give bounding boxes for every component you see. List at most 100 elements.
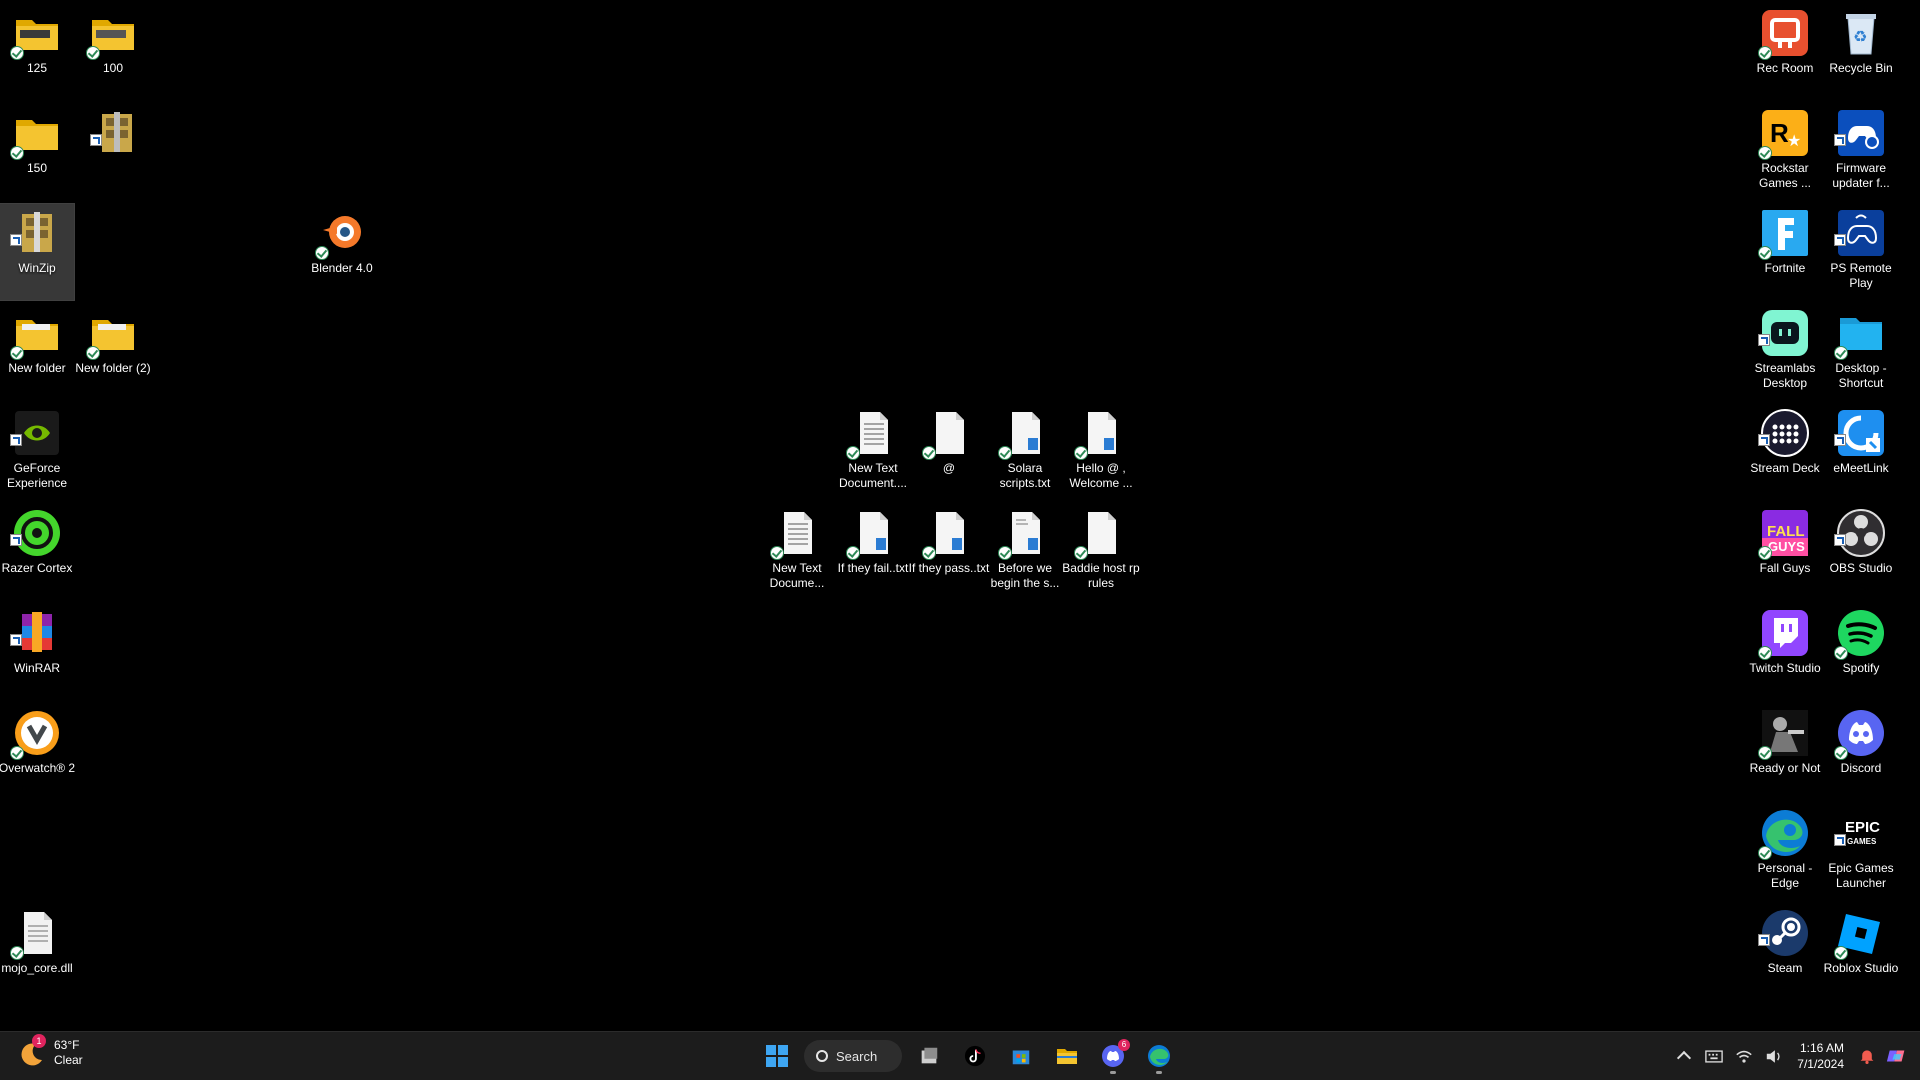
wifi-button[interactable] <box>1729 1041 1759 1071</box>
playstation-firmware-icon <box>1834 108 1886 158</box>
desktop-icon-rockstar-games[interactable]: R ★ Rockstar Games ... <box>1748 104 1822 200</box>
notifications-button[interactable] <box>1852 1041 1882 1071</box>
shortcut-arrow-icon <box>1834 234 1846 246</box>
taskbar-tiktok[interactable] <box>956 1037 994 1075</box>
keyboard-button[interactable] <box>1699 1041 1729 1071</box>
desktop-icon-folder-150[interactable]: 150 <box>0 104 74 200</box>
start-button[interactable] <box>758 1037 796 1075</box>
desktop-icon-twitch-studio[interactable]: Twitch Studio <box>1748 604 1822 700</box>
icon-label: Personal - Edge <box>1757 861 1813 890</box>
desktop-icon-new-text-document-2[interactable]: New Text Docume... <box>760 504 834 600</box>
taskbar-apps: Search 6 <box>758 1032 1178 1080</box>
text-file-icon <box>846 508 898 560</box>
show-hidden-icons-button[interactable] <box>1669 1041 1699 1071</box>
desktop-icon-blender[interactable]: Blender 4.0 <box>305 204 379 300</box>
desktop-icon-epic-games-launcher[interactable]: EPIC GAMES Epic Games Launcher <box>1824 804 1898 900</box>
discord-notification-badge: 6 <box>1118 1039 1130 1051</box>
desktop-icon-winzip[interactable]: WinZip <box>0 203 75 301</box>
taskbar-discord[interactable]: 6 <box>1094 1037 1132 1075</box>
overwatch-icon <box>10 708 62 760</box>
clock[interactable]: 1:16 AM 7/1/2024 <box>1797 1040 1844 1072</box>
desktop-icon-baddie-host-rp-rules[interactable]: Baddie host rp rules <box>1062 504 1140 600</box>
desktop-icon-hello-welcome[interactable]: Hello @ , Welcome ... <box>1064 404 1138 500</box>
desktop-icon-new-text-document-1[interactable]: New Text Document.... <box>836 404 910 500</box>
desktop-icon-winrar[interactable]: WinRAR <box>0 604 74 700</box>
desktop-icon-spotify[interactable]: Spotify <box>1824 604 1898 700</box>
moon-weather-icon: 1 <box>16 1034 46 1068</box>
desktop-icon-razer-cortex[interactable]: Razer Cortex <box>0 504 74 600</box>
icon-label: WinZip <box>18 261 56 275</box>
folder-icon <box>86 8 138 60</box>
sync-status-icon <box>1834 946 1848 960</box>
icon-label: GeForce Experience <box>6 461 68 490</box>
icon-label: If they pass..txt <box>908 561 990 575</box>
task-view-icon <box>921 1047 938 1064</box>
desktop-icon-streamlabs-desktop[interactable]: Streamlabs Desktop <box>1748 304 1822 400</box>
search-icon <box>816 1050 828 1062</box>
icon-label: Roblox Studio <box>1823 961 1899 975</box>
desktop-icon-obs-studio[interactable]: OBS Studio <box>1824 504 1898 600</box>
weather-widget[interactable]: 1 63°F Clear <box>16 1034 83 1068</box>
desktop-icon-folder-100[interactable]: 100 <box>76 4 150 100</box>
desktop-icon-personal-edge[interactable]: Personal - Edge <box>1748 804 1822 900</box>
desktop-icon-rec-room[interactable]: Rec Room <box>1748 4 1822 100</box>
recycle-bin-icon: ♻ <box>1836 8 1886 58</box>
archive-icon <box>90 108 142 158</box>
desktop-icon-if-they-fail[interactable]: If they fail..txt <box>836 504 910 600</box>
desktop-icon-new-folder-2[interactable]: New folder (2) <box>75 304 151 400</box>
desktop-icon-recycle-bin[interactable]: ♻ Recycle Bin <box>1824 4 1898 100</box>
taskbar-edge[interactable] <box>1140 1037 1178 1075</box>
windows-start-icon <box>766 1045 788 1067</box>
folder-icon <box>10 8 62 60</box>
task-view-button[interactable] <box>910 1037 948 1075</box>
icon-label: Twitch Studio <box>1749 661 1821 675</box>
icon-label: Hello @ , Welcome ... <box>1069 461 1133 490</box>
desktop-icon-ready-or-not[interactable]: Ready or Not <box>1748 704 1822 800</box>
desktop-icon-ps-remote-play[interactable]: PS Remote Play <box>1824 204 1898 300</box>
sync-status-icon <box>1834 646 1848 660</box>
desktop-icon-at-file[interactable]: @ <box>912 404 986 500</box>
edge-icon <box>1148 1045 1170 1067</box>
stream-deck-icon <box>1758 408 1810 458</box>
taskbar-file-explorer[interactable] <box>1048 1037 1086 1075</box>
icon-label: New Text Document.... <box>838 461 908 490</box>
desktop-icon-mojo-core-dll[interactable]: mojo_core.dll <box>0 904 74 1000</box>
sync-status-icon <box>86 46 100 60</box>
sync-status-icon <box>1758 246 1772 260</box>
text-file-icon <box>846 408 898 460</box>
sync-status-icon <box>1758 646 1772 660</box>
desktop-icon-geforce-experience[interactable]: GeForce Experience <box>0 404 74 500</box>
taskbar-search[interactable]: Search <box>804 1040 902 1072</box>
desktop-icon-desktop-shortcut[interactable]: Desktop - Shortcut <box>1824 304 1898 400</box>
shortcut-arrow-icon <box>1834 134 1846 146</box>
discord-icon <box>1834 708 1886 760</box>
svg-text:GAMES: GAMES <box>1847 837 1877 846</box>
volume-button[interactable] <box>1759 1041 1789 1071</box>
desktop-icon-emeetlink[interactable]: eMeetLink <box>1824 404 1898 500</box>
icon-label: Epic Games Launcher <box>1828 861 1894 890</box>
weather-badge: 1 <box>32 1034 46 1048</box>
copilot-button[interactable] <box>1882 1041 1912 1071</box>
desktop-icon-roblox-studio[interactable]: Roblox Studio <box>1824 904 1898 1000</box>
emeetlink-icon <box>1834 408 1886 458</box>
icon-label: eMeetLink <box>1833 461 1889 475</box>
desktop-icon-fortnite[interactable]: Fortnite <box>1748 204 1822 300</box>
desktop-icon-archive[interactable] <box>80 104 154 200</box>
sync-status-icon <box>998 546 1012 560</box>
icon-label: Discord <box>1840 761 1882 775</box>
icon-label: Firmware updater f... <box>1832 161 1890 190</box>
desktop-icon-solara-scripts[interactable]: Solara scripts.txt <box>988 404 1062 500</box>
weather-temp: 63°F <box>54 1038 80 1052</box>
desktop-icon-overwatch-2[interactable]: Overwatch® 2 <box>0 704 75 800</box>
desktop-icon-steam[interactable]: Steam <box>1748 904 1822 1000</box>
desktop-icon-discord[interactable]: Discord <box>1824 704 1898 800</box>
sync-status-icon <box>1074 546 1088 560</box>
desktop-icon-fall-guys[interactable]: FALL GUYS Fall Guys <box>1748 504 1822 600</box>
desktop-icon-if-they-pass[interactable]: If they pass..txt <box>909 504 989 600</box>
desktop-icon-folder-125[interactable]: 125 <box>0 4 74 100</box>
desktop-icon-new-folder[interactable]: New folder <box>0 304 74 400</box>
desktop-icon-firmware-updater[interactable]: Firmware updater f... <box>1824 104 1898 200</box>
desktop-icon-stream-deck[interactable]: Stream Deck <box>1748 404 1822 500</box>
taskbar-microsoft-store[interactable] <box>1002 1037 1040 1075</box>
desktop-icon-before-we-begin[interactable]: Before we begin the s... <box>988 504 1062 600</box>
